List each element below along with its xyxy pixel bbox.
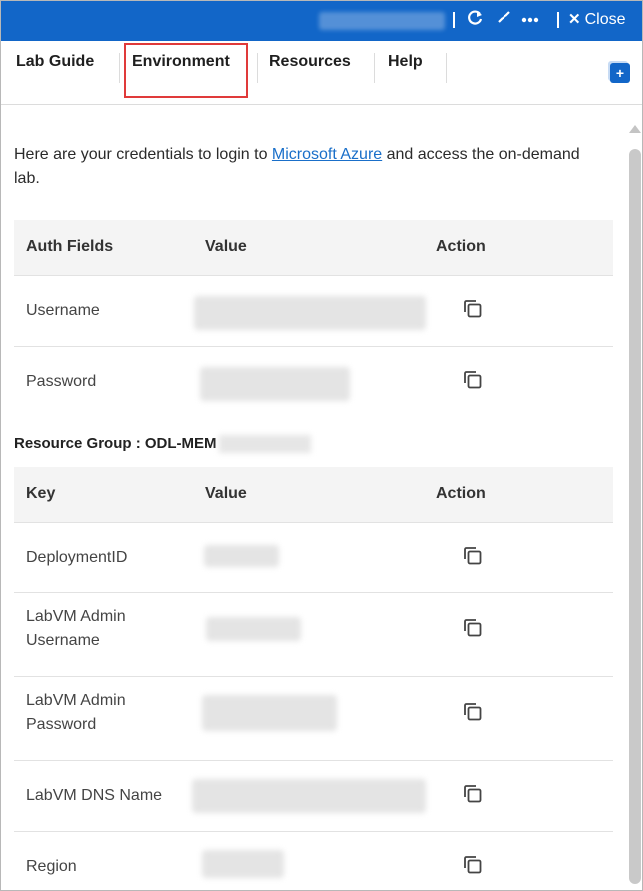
scrollbar[interactable] [626, 119, 642, 889]
header-action: Action [436, 485, 486, 502]
row-key: LabVM DNS Name [26, 787, 163, 804]
table-row: Username [14, 276, 613, 347]
copy-icon[interactable] [462, 783, 484, 805]
tab-divider [119, 53, 120, 83]
active-tab-highlight [124, 43, 248, 98]
resource-group-label: Resource Group : ODL-MEM [14, 435, 217, 452]
row-key: LabVM Admin Password [26, 692, 126, 733]
refresh-icon[interactable] [467, 10, 483, 32]
tab-bar: Lab Guide Environment Resources Help + [1, 41, 642, 105]
row-key: Password [26, 373, 97, 390]
close-button[interactable]: ✕ Close [568, 10, 625, 30]
table-row: LabVM Admin Username [14, 593, 613, 677]
close-label: Close [584, 11, 626, 28]
lab-panel: ✕ Close Lab Guide Environment Resources … [0, 0, 643, 891]
header-auth-fields: Auth Fields [26, 238, 114, 255]
header-value: Value [205, 238, 247, 255]
intro-text: Here are your credentials to login to Mi… [14, 143, 604, 191]
table-row: LabVM DNS Name [14, 761, 613, 832]
row-key: LabVM Admin Username [26, 608, 126, 649]
collapse-icon[interactable] [497, 10, 511, 30]
row-key: Region [26, 858, 77, 875]
close-icon: ✕ [568, 11, 581, 28]
redacted-value [194, 296, 426, 330]
copy-icon[interactable] [462, 545, 484, 567]
table-header: Key Value Action [14, 467, 613, 523]
tab-divider [446, 53, 447, 83]
redacted-value [204, 545, 279, 567]
row-key: DeploymentID [26, 549, 128, 566]
top-bar: ✕ Close [1, 1, 642, 41]
scroll-up-icon[interactable] [629, 125, 641, 133]
copy-icon[interactable] [462, 701, 484, 723]
redacted-value [202, 850, 284, 878]
redacted-value [192, 779, 426, 813]
azure-link[interactable]: Microsoft Azure [272, 146, 382, 163]
redacted-value [202, 695, 337, 731]
redacted-value [218, 435, 311, 454]
copy-icon[interactable] [462, 298, 484, 320]
redacted-lab-title [319, 12, 445, 30]
copy-icon[interactable] [462, 617, 484, 639]
tab-resources[interactable]: Resources [269, 53, 351, 71]
scroll-thumb[interactable] [629, 149, 641, 884]
redacted-value [200, 367, 350, 401]
redacted-value [206, 617, 301, 641]
intro-before: Here are your credentials to login to [14, 146, 272, 163]
header-action: Action [436, 238, 486, 255]
tab-divider [374, 53, 375, 83]
toolbar-divider [557, 12, 559, 28]
row-key: Username [26, 302, 100, 319]
toolbar-divider [453, 12, 455, 28]
credentials-table: Auth Fields Value Action Username Passwo… [14, 220, 613, 418]
add-icon[interactable]: + [610, 63, 630, 83]
tab-lab-guide[interactable]: Lab Guide [16, 53, 94, 71]
table-row: DeploymentID [14, 523, 613, 593]
table-row: Password [14, 347, 613, 418]
header-key: Key [26, 485, 56, 502]
table-row: LabVM Admin Password [14, 677, 613, 761]
tab-divider [257, 53, 258, 83]
header-value: Value [205, 485, 247, 502]
tab-help[interactable]: Help [388, 53, 423, 71]
table-row: Region [14, 832, 613, 890]
resource-group-title: Resource Group : ODL-MEM [14, 435, 311, 454]
copy-icon[interactable] [462, 369, 484, 391]
table-header: Auth Fields Value Action [14, 220, 613, 276]
resources-table: Key Value Action DeploymentID LabVM Admi… [14, 467, 613, 890]
ellipsis-icon[interactable] [521, 7, 539, 33]
copy-icon[interactable] [462, 854, 484, 876]
